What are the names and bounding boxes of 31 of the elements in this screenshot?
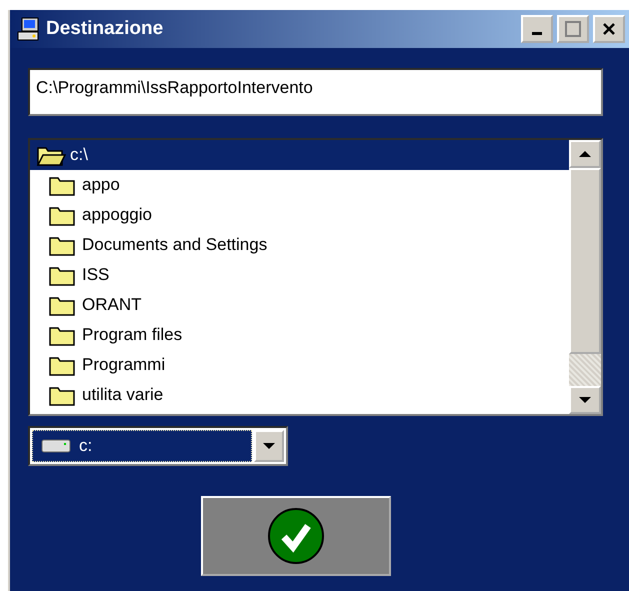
close-icon <box>602 22 616 36</box>
close-button[interactable] <box>593 15 625 43</box>
folder-item[interactable]: ORANT <box>30 290 569 320</box>
caret-icon <box>263 442 275 450</box>
folder-item[interactable]: Program files <box>30 320 569 350</box>
folder-item[interactable]: Documents and Settings <box>30 230 569 260</box>
path-field[interactable]: C:\Programmi\IssRapportoIntervento <box>28 68 603 116</box>
drive-select[interactable]: c: <box>28 426 288 466</box>
down-arrow-icon <box>579 396 591 404</box>
scroll-up-button[interactable] <box>569 140 601 168</box>
check-icon <box>266 507 324 565</box>
folder-item[interactable]: c:\ <box>30 140 569 170</box>
folder-item[interactable]: ISS <box>30 260 569 290</box>
minimize-button[interactable] <box>521 15 553 43</box>
window-title: Destinazione <box>46 18 164 40</box>
scrollbar[interactable] <box>569 140 601 414</box>
folder-item[interactable]: appoggio <box>30 200 569 230</box>
minimize-icon <box>532 32 542 34</box>
folder-item[interactable]: Programmi <box>30 350 569 380</box>
up-arrow-icon <box>579 150 591 158</box>
scroll-thumb[interactable] <box>569 168 601 354</box>
scroll-track[interactable] <box>569 354 601 386</box>
drive-icon <box>41 438 71 454</box>
ok-button[interactable] <box>200 496 390 576</box>
drive-label: c: <box>79 436 92 456</box>
dropdown-button[interactable] <box>254 430 284 462</box>
folder-item[interactable]: appo <box>30 170 569 200</box>
maximize-icon <box>565 21 581 37</box>
maximize-button[interactable] <box>557 15 589 43</box>
folder-item[interactable]: utilita varie <box>30 380 569 410</box>
scroll-down-button[interactable] <box>569 386 601 414</box>
